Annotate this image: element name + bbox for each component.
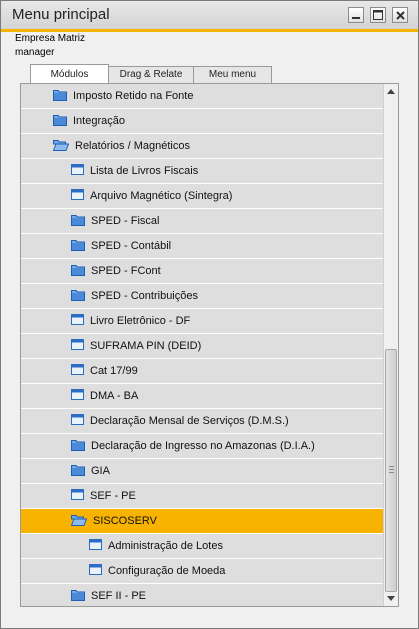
tree-item-label: SEF - PE bbox=[90, 490, 136, 502]
form-icon bbox=[71, 364, 84, 378]
tree-item-label: SUFRAMA PIN (DEID) bbox=[90, 340, 202, 352]
form-icon bbox=[71, 489, 84, 503]
tree-item[interactable]: Imposto Retido na Fonte bbox=[21, 84, 383, 109]
folder-icon bbox=[71, 289, 85, 304]
minimize-icon bbox=[352, 17, 360, 19]
tree-item[interactable]: Configuração de Moeda bbox=[21, 559, 383, 584]
tree-item-label: Livro Eletrônico - DF bbox=[90, 315, 191, 327]
tree-item[interactable]: SPED - Contábil bbox=[21, 234, 383, 259]
tree-item[interactable]: DMA - BA bbox=[21, 384, 383, 409]
folder-icon bbox=[53, 89, 67, 104]
tab-modulos[interactable]: Módulos bbox=[30, 64, 109, 84]
tree-item[interactable]: SPED - Fiscal bbox=[21, 209, 383, 234]
tree-item-label: SPED - FCont bbox=[91, 265, 161, 277]
form-icon bbox=[71, 339, 84, 353]
tree-item[interactable]: GIA bbox=[21, 459, 383, 484]
tree-item-label: Integração bbox=[73, 115, 125, 127]
form-icon bbox=[71, 189, 84, 203]
tree-item-label: SPED - Contribuições bbox=[91, 290, 198, 302]
form-icon bbox=[71, 314, 84, 328]
folder-icon bbox=[53, 114, 67, 129]
tree-item-label: GIA bbox=[91, 465, 110, 477]
user-name: manager bbox=[15, 47, 55, 58]
scroll-down-icon[interactable] bbox=[387, 596, 395, 601]
tree-item[interactable]: Declaração Mensal de Serviços (D.M.S.) bbox=[21, 409, 383, 434]
vertical-scrollbar[interactable] bbox=[383, 84, 398, 606]
tree-item[interactable]: Administração de Lotes bbox=[21, 534, 383, 559]
scrollbar-thumb[interactable] bbox=[385, 349, 397, 592]
title-bar[interactable]: Menu principal bbox=[1, 1, 418, 32]
form-icon bbox=[71, 389, 84, 403]
folder-icon bbox=[71, 239, 85, 254]
folder-icon bbox=[71, 589, 85, 604]
tree-item-label: Declaração de Ingresso no Amazonas (D.I.… bbox=[91, 440, 315, 452]
tree-item-label: Lista de Livros Fiscais bbox=[90, 165, 199, 177]
minimize-button[interactable] bbox=[348, 7, 364, 23]
tree-item-label: Administração de Lotes bbox=[108, 540, 223, 552]
tree-item[interactable]: SISCOSERV bbox=[21, 509, 383, 534]
tree-item[interactable]: Arquivo Magnético (Sintegra) bbox=[21, 184, 383, 209]
tree-item[interactable]: SUFRAMA PIN (DEID) bbox=[21, 334, 383, 359]
tree-item[interactable]: Cat 17/99 bbox=[21, 359, 383, 384]
maximize-button[interactable] bbox=[370, 7, 386, 23]
folder-open-icon bbox=[70, 514, 88, 529]
tree-item[interactable]: SPED - Contribuições bbox=[21, 284, 383, 309]
maximize-icon bbox=[373, 10, 383, 20]
company-name: Empresa Matriz bbox=[15, 33, 86, 44]
tree-item-label: DMA - BA bbox=[90, 390, 139, 402]
tree-item-label: Arquivo Magnético (Sintegra) bbox=[90, 190, 233, 202]
form-icon bbox=[89, 539, 102, 553]
tree-item[interactable]: SPED - FCont bbox=[21, 259, 383, 284]
tree-item[interactable]: Declaração de Ingresso no Amazonas (D.I.… bbox=[21, 434, 383, 459]
folder-icon bbox=[71, 464, 85, 479]
folder-icon bbox=[71, 439, 85, 454]
form-icon bbox=[71, 414, 84, 428]
tree-item[interactable]: Integração bbox=[21, 109, 383, 134]
tab-meu-menu[interactable]: Meu menu bbox=[193, 66, 272, 83]
tree-item-label: SPED - Fiscal bbox=[91, 215, 160, 227]
form-icon bbox=[71, 164, 84, 178]
tree-item[interactable]: Relatórios / Magnéticos bbox=[21, 134, 383, 159]
tree-item-label: SISCOSERV bbox=[93, 515, 157, 527]
tree-item-label: Declaração Mensal de Serviços (D.M.S.) bbox=[90, 415, 289, 427]
main-menu-window: Menu principal Empresa Matriz manager Mó… bbox=[0, 0, 419, 629]
tree-item-label: Imposto Retido na Fonte bbox=[73, 90, 194, 102]
tree-item-label: Relatórios / Magnéticos bbox=[75, 140, 190, 152]
form-icon bbox=[89, 564, 102, 578]
close-button[interactable] bbox=[392, 7, 408, 23]
tab-drag-relate[interactable]: Drag & Relate bbox=[108, 66, 194, 83]
tree-item-label: SEF II - PE bbox=[91, 590, 147, 602]
tree-item[interactable]: Livro Eletrônico - DF bbox=[21, 309, 383, 334]
close-icon bbox=[395, 10, 405, 20]
modules-tree-panel: Imposto Retido na Fonte Integração Relatór… bbox=[20, 83, 399, 607]
tree-item-label: SPED - Contábil bbox=[91, 240, 172, 252]
tree-item[interactable]: SEF II - PE bbox=[21, 584, 383, 606]
folder-icon bbox=[71, 264, 85, 279]
folder-open-icon bbox=[52, 139, 70, 154]
menu-tree: Imposto Retido na Fonte Integração Relatór… bbox=[21, 84, 383, 606]
tree-item-label: Configuração de Moeda bbox=[108, 565, 226, 577]
scroll-up-icon[interactable] bbox=[387, 89, 395, 94]
tree-item[interactable]: Lista de Livros Fiscais bbox=[21, 159, 383, 184]
window-title: Menu principal bbox=[12, 6, 110, 23]
folder-icon bbox=[71, 214, 85, 229]
tree-item-label: Cat 17/99 bbox=[90, 365, 138, 377]
tree-item[interactable]: SEF - PE bbox=[21, 484, 383, 509]
